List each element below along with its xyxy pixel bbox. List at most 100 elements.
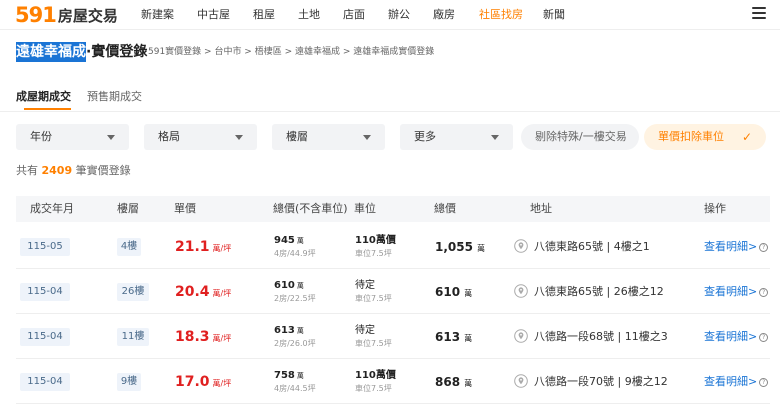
- title-bar: 遠雄幸福成·實價登錄 591實價登錄 > 台中市 > 梧棲區 > 遠雄幸福成 >…: [0, 30, 780, 74]
- layout-info: 2房/26.0坪: [274, 339, 316, 348]
- nav-rent[interactable]: 租屋: [253, 6, 275, 24]
- unit-price-exclude-parking-toggle[interactable]: 單價扣除車位 ✓: [644, 124, 766, 150]
- col-address: 地址: [530, 202, 552, 215]
- col-parking: 車位: [354, 202, 376, 215]
- total-price-value: 868: [435, 375, 461, 389]
- net-price-value: 613: [274, 325, 295, 336]
- parking-price: 待定: [355, 279, 375, 293]
- exclude-special-toggle[interactable]: 剔除特殊/一樓交易: [521, 124, 639, 150]
- nav-news[interactable]: 新聞: [543, 6, 565, 24]
- check-icon: ✓: [741, 130, 752, 144]
- view-detail-link[interactable]: 查看明細>?: [704, 238, 769, 256]
- view-detail-label: 查看明細>: [704, 330, 758, 343]
- unit-price-value: 21.1: [175, 239, 210, 255]
- parking-price-value: 110: [355, 370, 376, 381]
- net-price-value: 610: [274, 280, 295, 291]
- nav-new-projects[interactable]: 新建案: [141, 6, 174, 24]
- net-price: 758 萬: [274, 369, 304, 383]
- nav-community[interactable]: 社區找房: [479, 6, 523, 24]
- total-price: 613 萬: [435, 328, 472, 346]
- address: 八德東路65號 | 26樓之12: [534, 285, 664, 298]
- net-price: 945 萬: [274, 234, 304, 248]
- logo-text: 房屋交易: [57, 6, 118, 25]
- parking-size: 車位7.5坪: [355, 249, 392, 258]
- tab-completed[interactable]: 成屋期成交: [16, 88, 79, 110]
- total-price: 868 萬: [435, 373, 472, 391]
- chevron-down-icon: [491, 135, 499, 140]
- menu-icon[interactable]: [752, 7, 766, 19]
- address: 八德路一段68號 | 11樓之3: [534, 330, 668, 343]
- unit-price: 20.4 萬/坪: [175, 282, 231, 302]
- location-pin-icon: [514, 239, 528, 253]
- table-row[interactable]: 115-04 11樓 18.3 萬/坪 613 萬 2房/26.0坪 待定 車位7.5坪 613 萬…: [16, 314, 770, 359]
- record-count-value: 2409: [41, 164, 73, 177]
- nav-shop[interactable]: 店面: [343, 6, 365, 24]
- table-row[interactable]: 115-04 26樓 20.4 萬/坪 610 萬 2房/22.5坪 待定 車位7.5坪 610 萬…: [16, 269, 770, 314]
- layout-info: 4房/44.5坪: [274, 384, 316, 393]
- net-price: 610 萬: [274, 279, 304, 293]
- date-chip: 115-04: [20, 283, 70, 301]
- breadcrumb[interactable]: 591實價登錄 > 台中市 > 梧棲區 > 遠雄幸福成 > 遠雄幸福成實價登錄: [148, 45, 434, 59]
- layout-info: 2房/22.5坪: [274, 294, 316, 303]
- unit-price-unit: 萬/坪: [212, 379, 232, 388]
- chevron-down-icon: [107, 135, 115, 140]
- table-row[interactable]: 115-04 9樓 17.0 萬/坪 758 萬 4房/44.5坪 110萬價 車位7.5坪 86…: [16, 359, 770, 404]
- parking-price: 110萬價: [355, 234, 396, 248]
- date-chip: 115-04: [20, 373, 70, 391]
- floor-chip: 26樓: [117, 283, 149, 301]
- nav-factory[interactable]: 廠房: [433, 6, 455, 24]
- unit-wan: 萬: [296, 327, 304, 335]
- tab-presale[interactable]: 預售期成交: [87, 88, 142, 108]
- parking-price-value: 110: [355, 235, 376, 246]
- chevron-down-icon: [235, 135, 243, 140]
- nav-office[interactable]: 辦公: [388, 6, 410, 24]
- layout-info: 4房/44.9坪: [274, 249, 316, 258]
- help-icon: ?: [759, 243, 769, 252]
- view-detail-link[interactable]: 查看明細>?: [704, 283, 769, 301]
- address: 八德路一段70號 | 9樓之12: [534, 375, 668, 388]
- floor-chip: 4樓: [117, 238, 141, 256]
- filter-more[interactable]: 更多: [400, 124, 513, 150]
- filter-layout[interactable]: 格局: [144, 124, 257, 150]
- unit-wan: 萬: [464, 379, 473, 388]
- unit-wan: 萬: [375, 370, 386, 381]
- view-detail-link[interactable]: 查看明細>?: [704, 328, 769, 346]
- table-header: 成交年月 樓層 單價 總價(不含車位) 車位 總價 地址 操作: [16, 196, 770, 222]
- total-price-value: 613: [435, 330, 461, 344]
- unit-price-value: 18.3: [175, 329, 210, 345]
- col-net-price: 總價(不含車位): [273, 202, 348, 215]
- floor-chip: 9樓: [117, 373, 141, 391]
- parking-price-value: 待定: [355, 280, 375, 291]
- col-floor: 樓層: [117, 202, 139, 215]
- unit-price-unit: 萬/坪: [212, 289, 232, 298]
- filter-year[interactable]: 年份: [16, 124, 129, 150]
- record-count: 共有 2409 筆實價登錄: [16, 163, 131, 179]
- parking-price: 110萬價: [355, 369, 396, 383]
- view-detail-link[interactable]: 查看明細>?: [704, 373, 769, 391]
- logo[interactable]: 591 房屋交易: [15, 3, 118, 27]
- price-tag: 價: [385, 370, 396, 381]
- page-title-highlight: 遠雄幸福成: [16, 42, 86, 62]
- filter-more-label: 更多: [414, 130, 436, 143]
- record-count-prefix: 共有: [16, 164, 38, 177]
- help-icon: ?: [759, 288, 769, 297]
- parking-price-value: 待定: [355, 325, 375, 336]
- total-price-value: 1,055: [435, 240, 473, 254]
- unit-wan: 萬: [296, 237, 304, 245]
- filter-floor[interactable]: 樓層: [272, 124, 385, 150]
- nav-resale[interactable]: 中古屋: [197, 6, 230, 24]
- unit-price: 18.3 萬/坪: [175, 327, 231, 347]
- unit-price-value: 17.0: [175, 374, 210, 390]
- top-nav: 591 房屋交易 新建案 中古屋 租屋 土地 店面 辦公 廠房 社區找房 新聞: [0, 0, 780, 30]
- table-row[interactable]: 115-05 4樓 21.1 萬/坪 945 萬 4房/44.9坪 110萬價 車位7.5坪 1,…: [16, 224, 770, 269]
- unit-price-unit: 萬/坪: [212, 334, 232, 343]
- logo-number: 591: [15, 3, 57, 27]
- col-total: 總價: [434, 202, 456, 215]
- unit-price: 21.1 萬/坪: [175, 237, 231, 257]
- help-icon: ?: [759, 378, 769, 387]
- filter-floor-label: 樓層: [286, 130, 308, 143]
- parking-price: 待定: [355, 324, 375, 338]
- unit-wan: 萬: [464, 289, 473, 298]
- col-unit-price: 單價: [174, 202, 196, 215]
- nav-land[interactable]: 土地: [298, 6, 320, 24]
